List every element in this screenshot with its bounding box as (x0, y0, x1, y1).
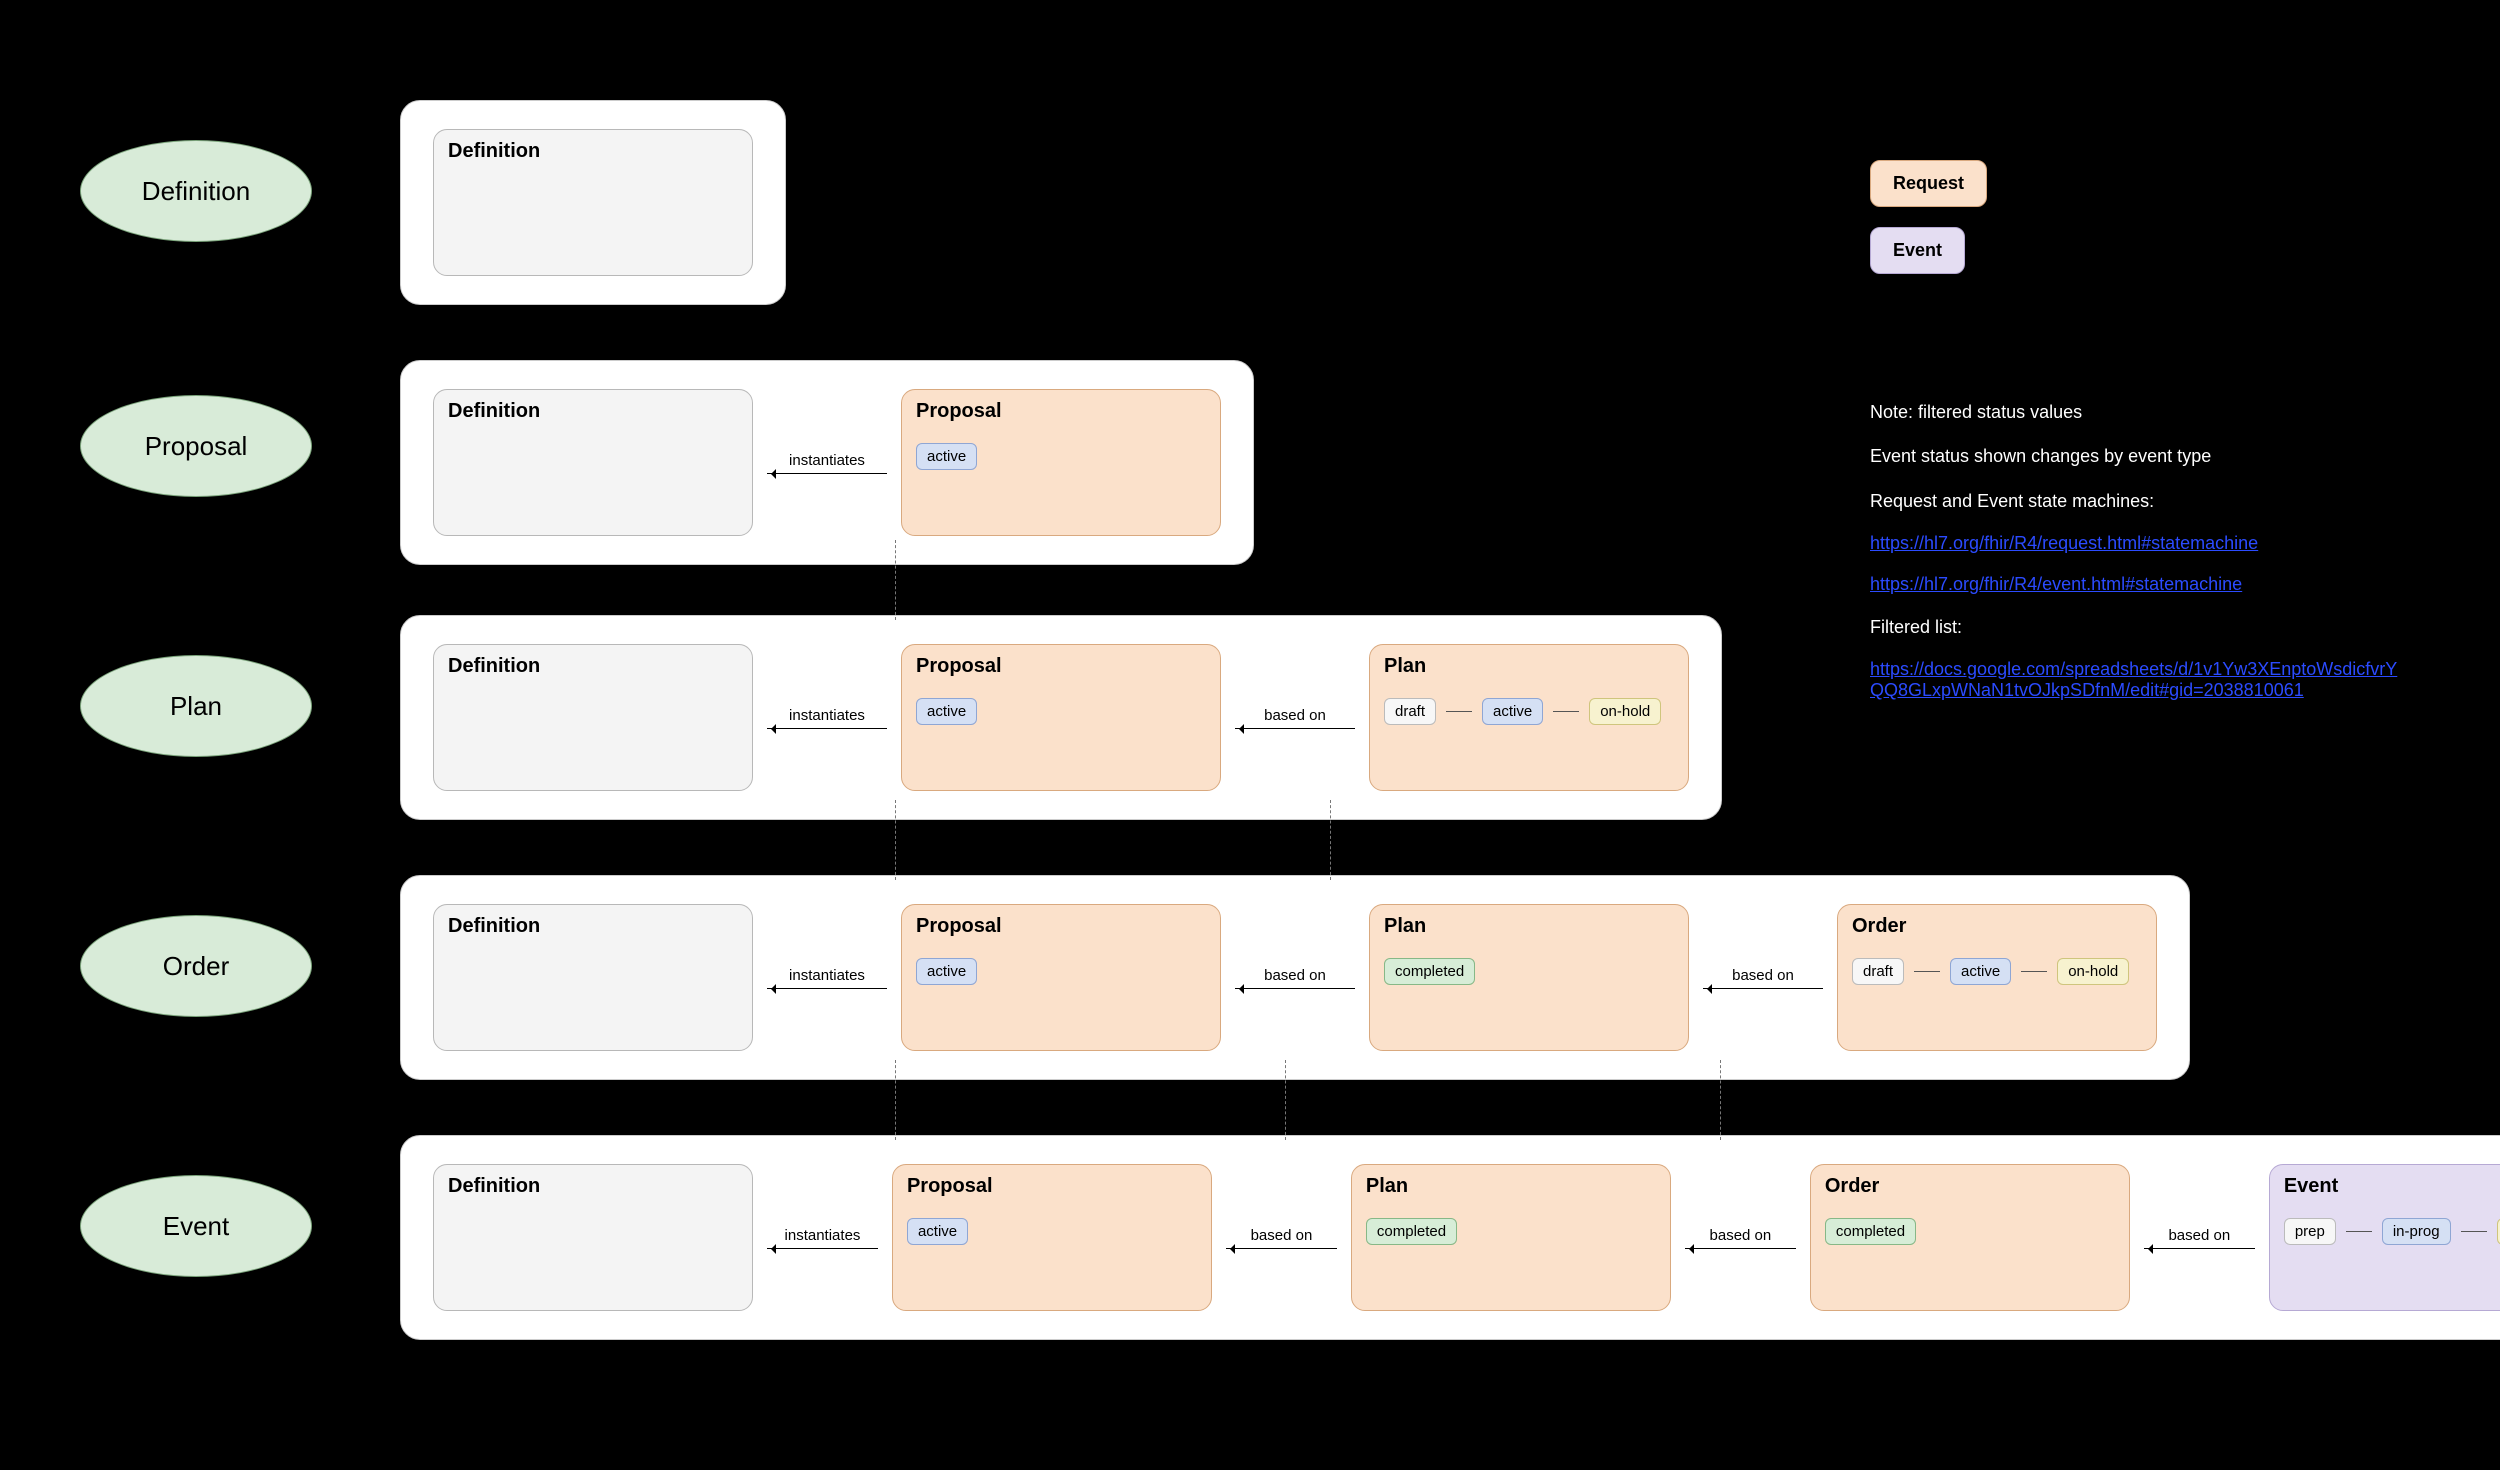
state-active: active (916, 698, 977, 725)
dashed-connector (895, 540, 896, 620)
card-proposal: Proposal active (901, 904, 1221, 1051)
card-title: Definition (448, 655, 738, 678)
row-order: Definition instantiates Proposal active … (400, 875, 2190, 1080)
card-definition: Definition (433, 129, 753, 276)
card-title: Plan (1366, 1175, 1656, 1198)
state-arrow (2021, 971, 2047, 972)
card-proposal: Proposal active (892, 1164, 1212, 1311)
note-state-machines: Request and Event state machines: (1870, 489, 2400, 513)
card-title: Definition (448, 140, 738, 163)
edge-instantiates: instantiates (767, 707, 887, 729)
edge-instantiates: instantiates (767, 967, 887, 989)
state-active: active (1482, 698, 1543, 725)
state-arrow (1446, 711, 1472, 712)
stage-label-order: Order (80, 915, 312, 1017)
card-proposal: Proposal active (901, 389, 1221, 536)
edge-based-on: based on (1685, 1227, 1796, 1249)
edge-based-on: based on (1235, 707, 1355, 729)
card-title: Definition (448, 915, 738, 938)
state-on-hold: on-hold (2497, 1218, 2500, 1245)
edge-instantiates: instantiates (767, 1227, 878, 1249)
edge-based-on: based on (1235, 967, 1355, 989)
edge-instantiates: instantiates (767, 452, 887, 474)
card-event: Event prep in-prog on-hold completed (2269, 1164, 2500, 1311)
diagram-canvas: Definition Definition Proposal Definitio… (0, 0, 2500, 1470)
state-prep: prep (2284, 1218, 2336, 1245)
dashed-connector (895, 800, 896, 880)
dashed-connector (895, 1060, 896, 1140)
edge-based-on: based on (1226, 1227, 1337, 1249)
edge-based-on: based on (2144, 1227, 2255, 1249)
card-title: Plan (1384, 915, 1674, 938)
note-filtered-list: Filtered list: (1870, 615, 2400, 639)
row-plan: Definition instantiates Proposal active … (400, 615, 1722, 820)
state-active: active (916, 958, 977, 985)
state-draft: draft (1384, 698, 1436, 725)
state-active: active (916, 443, 977, 470)
legend: Request Event (1870, 160, 1987, 274)
card-definition: Definition (433, 644, 753, 791)
state-on-hold: on-hold (1589, 698, 1661, 725)
state-in-prog: in-prog (2382, 1218, 2451, 1245)
card-title: Order (1825, 1175, 2115, 1198)
card-title: Definition (448, 400, 738, 423)
row-proposal: Definition instantiates Proposal active (400, 360, 1254, 565)
link-event-statemachine[interactable]: https://hl7.org/fhir/R4/event.html#state… (1870, 574, 2400, 595)
state-draft: draft (1852, 958, 1904, 985)
state-arrow (2346, 1231, 2372, 1232)
state-completed: completed (1366, 1218, 1457, 1245)
card-title: Event (2284, 1175, 2500, 1198)
dashed-connector (1330, 800, 1331, 880)
card-proposal: Proposal active (901, 644, 1221, 791)
card-plan: Plan draft active on-hold (1369, 644, 1689, 791)
link-spreadsheet[interactable]: https://docs.google.com/spreadsheets/d/1… (1870, 659, 2400, 701)
state-completed: completed (1825, 1218, 1916, 1245)
row-definition: Definition (400, 100, 786, 305)
state-active: active (1950, 958, 2011, 985)
card-title: Proposal (916, 915, 1206, 938)
card-title: Definition (448, 1175, 738, 1198)
card-plan: Plan completed (1351, 1164, 1671, 1311)
card-title: Proposal (916, 655, 1206, 678)
card-order: Order draft active on-hold (1837, 904, 2157, 1051)
note-filtered: Note: filtered status values (1870, 400, 2400, 424)
link-request-statemachine[interactable]: https://hl7.org/fhir/R4/request.html#sta… (1870, 533, 2400, 554)
stage-label-definition: Definition (80, 140, 312, 242)
card-order: Order completed (1810, 1164, 2130, 1311)
edge-based-on: based on (1703, 967, 1823, 989)
card-title: Proposal (916, 400, 1206, 423)
card-title: Proposal (907, 1175, 1197, 1198)
card-title: Plan (1384, 655, 1674, 678)
stage-label-plan: Plan (80, 655, 312, 757)
state-arrow (2461, 1231, 2487, 1232)
side-notes: Note: filtered status values Event statu… (1870, 400, 2400, 701)
note-event-status: Event status shown changes by event type (1870, 444, 2400, 468)
legend-request: Request (1870, 160, 1987, 207)
card-plan: Plan completed (1369, 904, 1689, 1051)
card-definition: Definition (433, 904, 753, 1051)
card-title: Order (1852, 915, 2142, 938)
dashed-connector (1285, 1060, 1286, 1140)
row-event: Definition instantiates Proposal active … (400, 1135, 2500, 1340)
state-arrow (1553, 711, 1579, 712)
state-active: active (907, 1218, 968, 1245)
state-completed: completed (1384, 958, 1475, 985)
state-arrow (1914, 971, 1940, 972)
dashed-connector (1720, 1060, 1721, 1140)
card-definition: Definition (433, 1164, 753, 1311)
legend-event: Event (1870, 227, 1965, 274)
stage-label-event: Event (80, 1175, 312, 1277)
card-definition: Definition (433, 389, 753, 536)
stage-label-proposal: Proposal (80, 395, 312, 497)
state-on-hold: on-hold (2057, 958, 2129, 985)
